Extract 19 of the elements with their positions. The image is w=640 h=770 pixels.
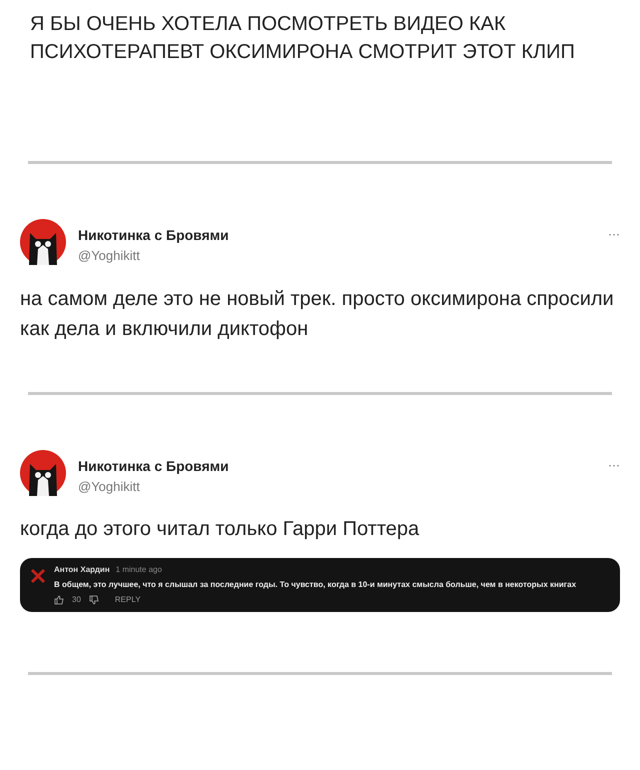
author-handle: @Yoghikitt bbox=[78, 247, 141, 265]
comment-author: Антон Хардин bbox=[54, 564, 110, 576]
comment-text: В общем, это лучшее, что я слышал за последние годы. То чувство, когда в 10-и минутах смысла больше, чем в некоторых книгах bbox=[54, 579, 576, 591]
cross-icon bbox=[30, 568, 46, 584]
avatar bbox=[20, 219, 66, 265]
author-name: Никотинка с Бровями bbox=[78, 456, 230, 476]
comment-time: 1 minute ago bbox=[116, 564, 162, 576]
more-button[interactable]: ··· bbox=[608, 450, 620, 474]
tweet-text: когда до этого читал только Гарри Поттера bbox=[20, 517, 420, 542]
author-name: Никотинка с Бровями bbox=[78, 226, 230, 245]
avatar bbox=[20, 450, 66, 496]
thumbs-up-icon[interactable] bbox=[54, 595, 64, 605]
like-count: 30 bbox=[72, 594, 81, 606]
reply-button[interactable]: REPLY bbox=[114, 594, 141, 606]
thumbs-down-icon[interactable] bbox=[88, 595, 99, 605]
tweet-text: на самом деле это не новый трек. просто оксимирона спросили как дела и включили диктофон bbox=[20, 286, 615, 342]
caption-text: Я БЫ ОЧЕНЬ ХОТЕЛА ПОСМОТРЕТЬ ВИДЕО КАК ПСИХОТЕРАПЕВТ ОКСИМИРОНА СМОТРИТ ЭТОТ КЛИП bbox=[30, 12, 576, 65]
more-button[interactable]: ··· bbox=[608, 219, 620, 243]
author-handle: @Yoghikitt bbox=[78, 478, 141, 496]
